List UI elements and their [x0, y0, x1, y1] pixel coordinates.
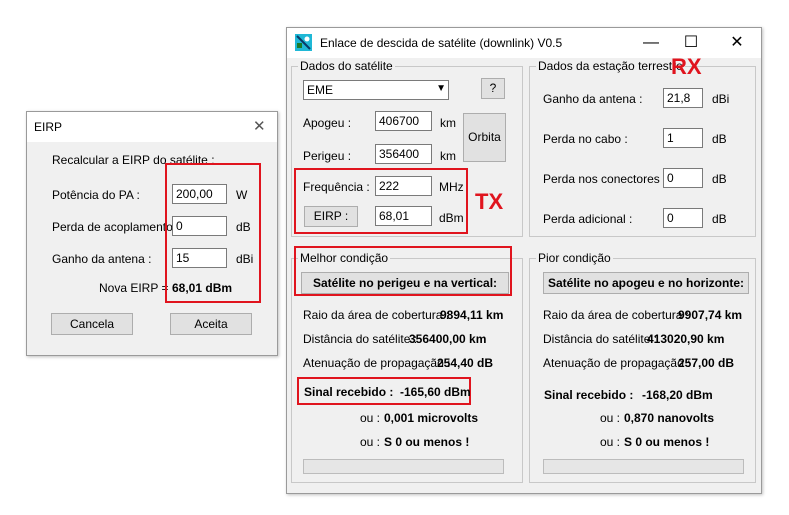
close-icon[interactable]: ✕ [253, 117, 266, 135]
perigee-input[interactable]: 356400 [375, 144, 432, 164]
apogee-input[interactable]: 406700 [375, 111, 432, 131]
worst-or-value-2: S 0 ou menos ! [624, 435, 710, 449]
main-window-title: Enlace de descida de satélite (downlink)… [320, 36, 563, 50]
worst-attenuation-value: 257,00 dB [678, 356, 735, 370]
best-or-label-1: ou : [360, 411, 381, 425]
new-eirp-label: Nova EIRP = [99, 281, 169, 295]
best-distance-value: 356400,00 km [409, 332, 487, 346]
tx-annotation: TX [475, 189, 504, 214]
best-or-label-2: ou : [360, 435, 381, 449]
perigee-label: Perigeu : [303, 149, 352, 163]
chevron-down-icon[interactable]: ▼ [436, 82, 446, 96]
cancel-button[interactable]: Cancela [51, 313, 133, 335]
eirp-dialog: EIRP ✕ Recalcular a EIRP do satélite : P… [26, 111, 278, 356]
additional-loss-label: Perda adicional : [543, 212, 633, 226]
best-distance-label: Distância do satélite : [303, 332, 418, 346]
connector-loss-unit: dB [712, 172, 727, 186]
best-coverage-value: 9894,11 km [440, 308, 504, 322]
tx-highlight [294, 168, 468, 234]
satellite-group-title: Dados do satélite [298, 59, 395, 73]
worst-or-label-2: ou : [600, 435, 621, 449]
accept-button[interactable]: Aceita [170, 313, 252, 335]
cable-loss-input[interactable]: 1 [663, 128, 703, 148]
best-signal-value: -165,60 dBm [400, 385, 471, 399]
best-or-value-1: 0,001 microvolts [384, 411, 479, 425]
worst-signal-progress [543, 459, 744, 474]
minimize-icon[interactable]: — [633, 32, 669, 54]
eirp-titlebar: EIRP ✕ [27, 112, 277, 142]
additional-loss-input[interactable]: 0 [663, 208, 703, 228]
cable-loss-label: Perda no cabo : [543, 132, 628, 146]
worst-distance-value: 413020,90 km [647, 332, 725, 346]
additional-loss-unit: dB [712, 212, 727, 226]
worst-coverage-label: Raio da área de cobertura : [543, 308, 690, 322]
worst-group-title: Pior condição [536, 251, 613, 265]
perigee-unit: km [440, 149, 456, 163]
best-condition-highlight [294, 246, 512, 296]
best-signal-progress [303, 459, 504, 474]
best-signal-label: Sinal recebido : [304, 385, 394, 399]
worst-coverage-value: 9907,74 km [678, 308, 743, 322]
worst-or-label-1: ou : [600, 411, 621, 425]
orbit-button[interactable]: Orbita [463, 113, 506, 162]
worst-signal-label: Sinal recebido : [544, 388, 634, 402]
best-or-value-2: S 0 ou menos ! [384, 435, 470, 449]
satellite-select[interactable]: EME ▼ [303, 80, 449, 100]
station-antenna-gain-input[interactable]: 21,8 [663, 88, 703, 108]
eirp-inputs-highlight [165, 163, 261, 303]
best-attenuation-label: Atenuação de propagação : [303, 356, 451, 370]
maximize-icon[interactable]: ☐ [673, 32, 709, 54]
downlink-window: Enlace de descida de satélite (downlink)… [286, 27, 762, 494]
worst-distance-label: Distância do satélite : [543, 332, 658, 346]
satellite-select-value: EME [307, 83, 334, 97]
best-attenuation-value: 254,40 dB [437, 356, 494, 370]
connector-loss-input[interactable]: 0 [663, 168, 703, 188]
help-button[interactable]: ? [481, 78, 505, 99]
worst-attenuation-label: Atenuação de propagação : [543, 356, 691, 370]
apogee-label: Apogeu : [303, 116, 352, 130]
cable-loss-unit: dB [712, 132, 727, 146]
station-antenna-gain-label: Ganho da antena : [543, 92, 643, 106]
worst-or-value-1: 0,870 nanovolts [624, 411, 715, 425]
satellite-icon [295, 34, 312, 51]
close-icon[interactable]: ✕ [719, 32, 755, 54]
worst-signal-value: -168,20 dBm [642, 388, 713, 402]
best-coverage-label: Raio da área de cobertura : [303, 308, 450, 322]
station-antenna-gain-unit: dBi [712, 92, 730, 106]
worst-condition-button[interactable]: Satélite no apogeu e no horizonte: [543, 272, 749, 294]
connector-loss-label: Perda nos conectores : [543, 172, 667, 186]
apogee-unit: km [440, 116, 456, 130]
coupling-loss-label: Perda de acoplamento : [52, 220, 180, 234]
rx-annotation: RX [671, 54, 702, 79]
antenna-gain-label: Ganho da antena : [52, 252, 152, 266]
station-group-title: Dados da estação terrestre [536, 59, 685, 73]
pa-power-label: Potência do PA : [52, 188, 140, 202]
eirp-dialog-title: EIRP [34, 120, 63, 134]
